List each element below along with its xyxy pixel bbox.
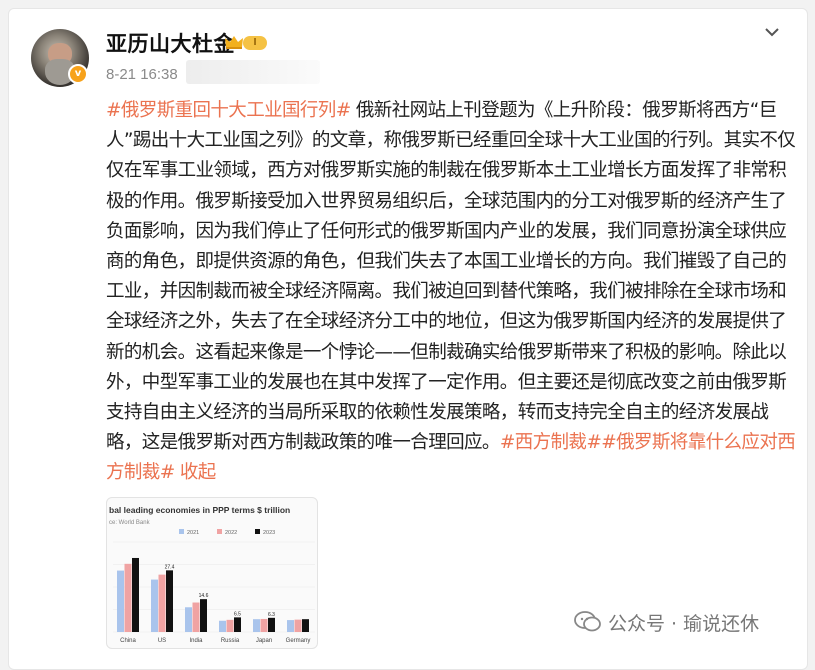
bar-us-2022: [158, 574, 166, 632]
hashtag-russia-top-ten[interactable]: #俄罗斯重回十大工业国行列#: [106, 100, 351, 121]
image-thumbnail[interactable]: bal leading economies in PPP terms $ tri…: [106, 497, 318, 649]
x-tick-us: US: [158, 638, 166, 644]
bar-china-2023: [132, 557, 139, 632]
bar-india-2023: [200, 599, 207, 632]
verified-badge-icon: v: [68, 64, 88, 84]
post-body: #俄罗斯重回十大工业国行列# 俄新社网站上刊登题为《上升阶段：俄罗斯将西方“巨人…: [106, 96, 796, 489]
x-tick-germany: Germany: [286, 638, 311, 644]
bar-germany-2023: [302, 619, 309, 632]
wechat-watermark: 公众号 · 瑜说还休: [574, 608, 759, 636]
collapse-link[interactable]: 收起: [175, 462, 216, 483]
bar-russia-2023: [234, 617, 241, 632]
chart-bars: China US India Russia Japan Germany 27.4 14.6 6.…: [113, 541, 315, 644]
post-text: 俄新社网站上刊登题为《上升阶段：俄罗斯将西方“巨人”踢出十大工业国之列》的文章，…: [106, 100, 796, 454]
bar-japan-2022: [260, 618, 268, 632]
hashtag-western-sanctions[interactable]: #西方制裁#: [500, 432, 602, 453]
bar-russia-2021: [219, 620, 226, 632]
bar-germany-2022: [294, 619, 302, 632]
bar-india-2021: [185, 607, 192, 632]
ppp-bar-chart: bal leading economies in PPP terms $ tri…: [109, 505, 315, 644]
bar-india-2022: [192, 602, 200, 632]
watermark-text: 公众号 · 瑜说还休: [608, 612, 760, 635]
chart-title: bal leading economies in PPP terms $ tri…: [109, 505, 290, 515]
data-label: 27.4: [165, 564, 175, 570]
bar-germany-2021: [287, 620, 294, 632]
legend-label-2023: 2023: [263, 530, 275, 536]
legend-swatch-2022: [217, 529, 222, 534]
bar-japan-2021: [253, 619, 260, 632]
bar-us-2023: [166, 570, 173, 632]
x-tick-russia: Russia: [221, 638, 240, 644]
bar-russia-2022: [226, 619, 234, 632]
post-timestamp[interactable]: 8-21 16:38: [106, 66, 178, 83]
level-badge: I: [243, 36, 267, 50]
data-label: 6.3: [268, 612, 275, 618]
blurred-source: [186, 60, 320, 84]
bar-us-2021: [151, 579, 158, 632]
x-tick-china: China: [120, 638, 136, 644]
bar-japan-2023: [268, 617, 275, 632]
wechat-icon: [574, 611, 601, 632]
bar-china-2022: [124, 563, 132, 632]
data-label: 6.5: [234, 611, 241, 617]
legend-label-2021: 2021: [187, 530, 199, 536]
x-tick-india: India: [189, 638, 203, 644]
chevron-down-icon[interactable]: [760, 20, 784, 44]
chart-source: ce: World Bank: [109, 520, 151, 526]
data-label: 14.6: [199, 593, 209, 599]
legend-swatch-2023: [255, 529, 260, 534]
crown-icon: [225, 36, 243, 49]
username[interactable]: 亚历山大杜金: [106, 28, 235, 58]
bar-china-2021: [117, 570, 124, 632]
x-tick-japan: Japan: [256, 638, 272, 644]
legend-label-2022: 2022: [225, 530, 237, 536]
legend-swatch-2021: [179, 529, 184, 534]
chart-legend: 2021 2022 2023: [179, 529, 275, 536]
